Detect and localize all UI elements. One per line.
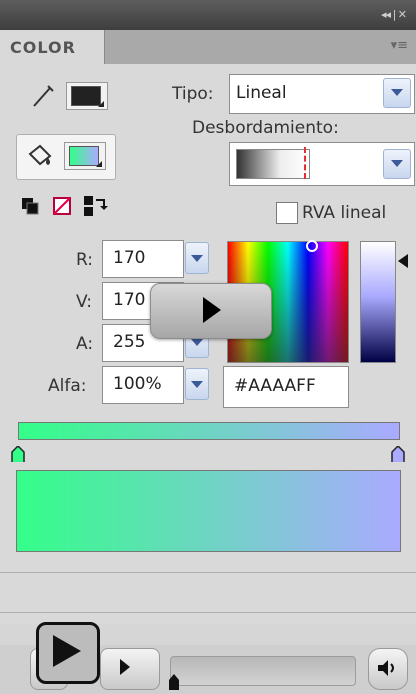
fill-color-swatch[interactable] bbox=[64, 142, 106, 170]
linear-rgb-label: RVA lineal bbox=[302, 203, 387, 223]
stroke-color-swatch[interactable] bbox=[66, 82, 108, 110]
pencil-icon bbox=[33, 85, 54, 107]
blue-label: A: bbox=[76, 334, 94, 354]
fill-type-value: Lineal bbox=[236, 83, 287, 103]
divider bbox=[0, 612, 416, 613]
chevron-down-icon bbox=[98, 101, 104, 107]
alpha-stepper[interactable] bbox=[185, 368, 209, 400]
gradient-stop-left[interactable] bbox=[11, 446, 25, 462]
hex-value: #AAAAFF bbox=[234, 376, 316, 396]
alpha-value: 100% bbox=[113, 374, 162, 394]
red-label: R: bbox=[76, 250, 94, 270]
black-white-icon[interactable] bbox=[20, 196, 42, 216]
paint-bucket-icon bbox=[28, 144, 52, 166]
collapse-icon[interactable]: ◂◂ | ✕ bbox=[381, 8, 407, 21]
chevron-down-icon bbox=[96, 161, 102, 167]
tab-color[interactable]: COLOR bbox=[0, 30, 105, 64]
overflow-label: Desbordamiento: bbox=[192, 118, 339, 138]
alpha-input[interactable]: 100% bbox=[102, 366, 184, 404]
blue-value: 255 bbox=[113, 332, 146, 352]
fill-type-select[interactable]: Lineal bbox=[229, 74, 415, 114]
play-icon bbox=[53, 635, 81, 667]
stroke-color-fill bbox=[71, 86, 101, 106]
brightness-slider[interactable] bbox=[360, 241, 396, 363]
seek-bar[interactable] bbox=[170, 656, 356, 686]
red-stepper[interactable] bbox=[185, 242, 209, 274]
red-input[interactable]: 170 bbox=[102, 240, 184, 278]
divider bbox=[0, 572, 416, 573]
panel-titlebar: ◂◂ | ✕ bbox=[0, 0, 416, 30]
fill-color-fill bbox=[69, 146, 99, 166]
overflow-preview bbox=[236, 149, 310, 179]
tab-color-label: COLOR bbox=[10, 38, 76, 57]
chevron-down-icon[interactable] bbox=[383, 78, 411, 108]
speaker-icon bbox=[378, 660, 394, 676]
seek-handle[interactable] bbox=[167, 672, 181, 692]
color-preview bbox=[16, 470, 401, 552]
overflow-select[interactable] bbox=[229, 142, 415, 186]
chevron-down-icon[interactable] bbox=[383, 149, 411, 179]
step-forward-icon bbox=[120, 659, 130, 675]
panel-menu-icon[interactable]: ▾≡ bbox=[391, 38, 408, 53]
swap-colors-icon[interactable] bbox=[82, 194, 110, 218]
slider-pointer-icon[interactable] bbox=[398, 254, 410, 268]
green-value: 170 bbox=[113, 290, 146, 310]
linear-rgb-checkbox[interactable] bbox=[276, 202, 298, 224]
panel-tab-row: COLOR ▾≡ bbox=[0, 30, 416, 65]
red-value: 170 bbox=[113, 248, 146, 268]
gradient-stop-right[interactable] bbox=[391, 446, 405, 462]
alpha-label: Alfa: bbox=[48, 376, 87, 396]
fill-type-label: Tipo: bbox=[172, 84, 214, 104]
spectrum-cursor[interactable] bbox=[306, 240, 318, 252]
overflow-marker bbox=[304, 147, 306, 179]
no-color-icon[interactable] bbox=[52, 196, 74, 216]
gradient-bar[interactable] bbox=[18, 422, 400, 440]
play-overlay-button[interactable] bbox=[150, 283, 272, 339]
hex-input[interactable]: #AAAAFF bbox=[223, 366, 349, 408]
green-label: V: bbox=[76, 292, 92, 312]
